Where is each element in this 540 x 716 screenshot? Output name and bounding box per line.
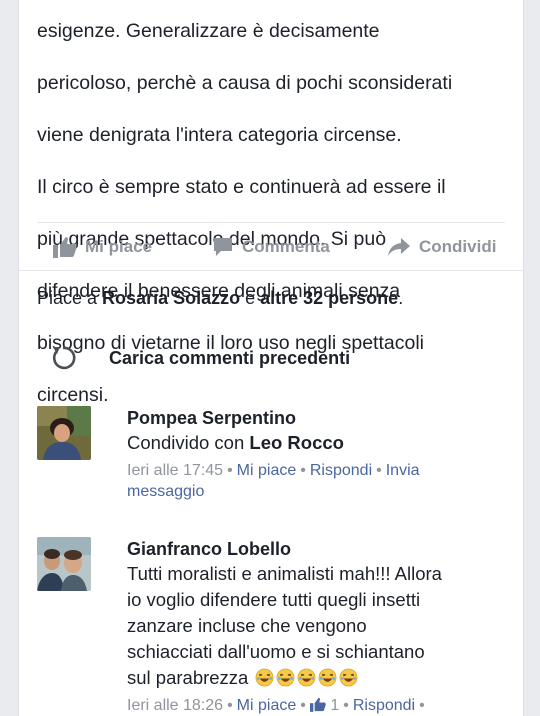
- other-likers-link[interactable]: altre 32 persone: [260, 288, 398, 308]
- comment-text: Condivido con Leo Rocco: [127, 430, 507, 456]
- load-previous-label: Carica commenti precedenti: [109, 347, 351, 368]
- laughing-emoji-icon: [340, 668, 358, 687]
- comment-like-link[interactable]: Mi piace: [237, 697, 297, 714]
- like-button[interactable]: Mi piace: [53, 224, 152, 270]
- comment-meta: Ieri alle 17:45 • Mi piace • Rispondi • Invia m…: [127, 460, 507, 502]
- comment-button-label: Commenta: [242, 237, 330, 256]
- comment-like-count[interactable]: 1: [309, 697, 340, 714]
- thumbs-up-icon: [53, 237, 77, 258]
- post-line: viene denigrata l'intera categoria circe…: [37, 124, 402, 146]
- comment-author-link[interactable]: Pompea Serpentino: [127, 406, 507, 430]
- like-button-label: Mi piace: [85, 237, 153, 256]
- comment-author-link[interactable]: Gianfranco Lobello: [127, 537, 507, 561]
- share-arrow-icon: [388, 238, 410, 256]
- likes-middle: e: [240, 288, 261, 308]
- meta-separator: •: [300, 697, 306, 714]
- comment-bubble-icon: [214, 238, 232, 256]
- like-count-number: 1: [330, 697, 340, 714]
- comment-reply-link[interactable]: Rispondi: [310, 462, 372, 479]
- likes-prefix: Piace a: [37, 288, 103, 308]
- share-button-label: Condividi: [419, 237, 497, 256]
- send-message-label-1: Invia: [385, 462, 420, 479]
- load-previous-comments-button[interactable]: Carica commenti precedenti: [49, 338, 350, 378]
- laughing-emoji-icon: [298, 668, 316, 687]
- divider: [19, 270, 523, 271]
- avatar[interactable]: [37, 406, 91, 460]
- comment-text: Tutti moralisti e animalisti mah!!! Allo…: [127, 561, 507, 691]
- post-card: esigenze. Generalizzare è decisamente pe…: [18, 0, 524, 716]
- comment-meta: Ieri alle 18:26 • Mi piace • 1 • Rispondi •: [127, 695, 507, 716]
- meta-separator: •: [227, 462, 233, 479]
- comment-timestamp: Ieri alle 18:26: [127, 697, 224, 714]
- meta-separator: •: [300, 462, 306, 479]
- likes-summary[interactable]: Piace a Rosaria Solazzo e altre 32 perso…: [37, 288, 403, 309]
- comment-line: zanzare incluse che vengono: [127, 615, 367, 636]
- comment-text-prefix: Condivido con: [127, 432, 250, 453]
- mention-link[interactable]: Leo Rocco: [249, 432, 344, 453]
- comment-line: Tutti moralisti e animalisti mah!!! Allo…: [127, 563, 442, 584]
- send-message-label-2: messaggio: [127, 483, 205, 500]
- avatar[interactable]: [37, 537, 91, 591]
- thumbs-up-icon: [309, 697, 326, 712]
- comment-button[interactable]: Commenta: [212, 224, 330, 270]
- comment-like-link[interactable]: Mi piace: [237, 462, 297, 479]
- comment-line-end: sul parabrezza: [127, 667, 249, 688]
- comment-line: schiacciati dall'uomo e si schiantano: [127, 641, 425, 662]
- meta-separator: •: [227, 697, 233, 714]
- meta-separator: •: [343, 697, 349, 714]
- emoji-row: [253, 667, 358, 688]
- comment-line: sul parabrezza: [127, 665, 507, 691]
- divider: [37, 222, 505, 223]
- laughing-emoji-icon: [256, 668, 274, 687]
- meta-separator: •: [419, 697, 425, 714]
- share-button[interactable]: Condividi: [387, 224, 496, 270]
- laughing-emoji-icon: [277, 668, 295, 687]
- post-actions-bar: Mi piace Commenta Condividi: [19, 224, 523, 270]
- post-line: circensi.: [37, 384, 109, 406]
- post-line: pericoloso, perchè a causa di pochi scon…: [37, 72, 453, 94]
- post-line: Il circo è sempre stato e continuerà ad …: [37, 176, 446, 198]
- likes-suffix: .: [398, 288, 404, 308]
- meta-separator: •: [376, 462, 382, 479]
- comment-line: io voglio difendere tutti quegli insetti: [127, 589, 421, 610]
- liker-name-link[interactable]: Rosaria Solazzo: [102, 288, 240, 308]
- post-line: esigenze. Generalizzare è decisamente: [37, 20, 380, 42]
- comment-timestamp: Ieri alle 17:45: [127, 462, 224, 479]
- refresh-icon: [52, 346, 76, 370]
- comment-reply-link[interactable]: Rispondi: [353, 697, 415, 714]
- laughing-emoji-icon: [319, 668, 337, 687]
